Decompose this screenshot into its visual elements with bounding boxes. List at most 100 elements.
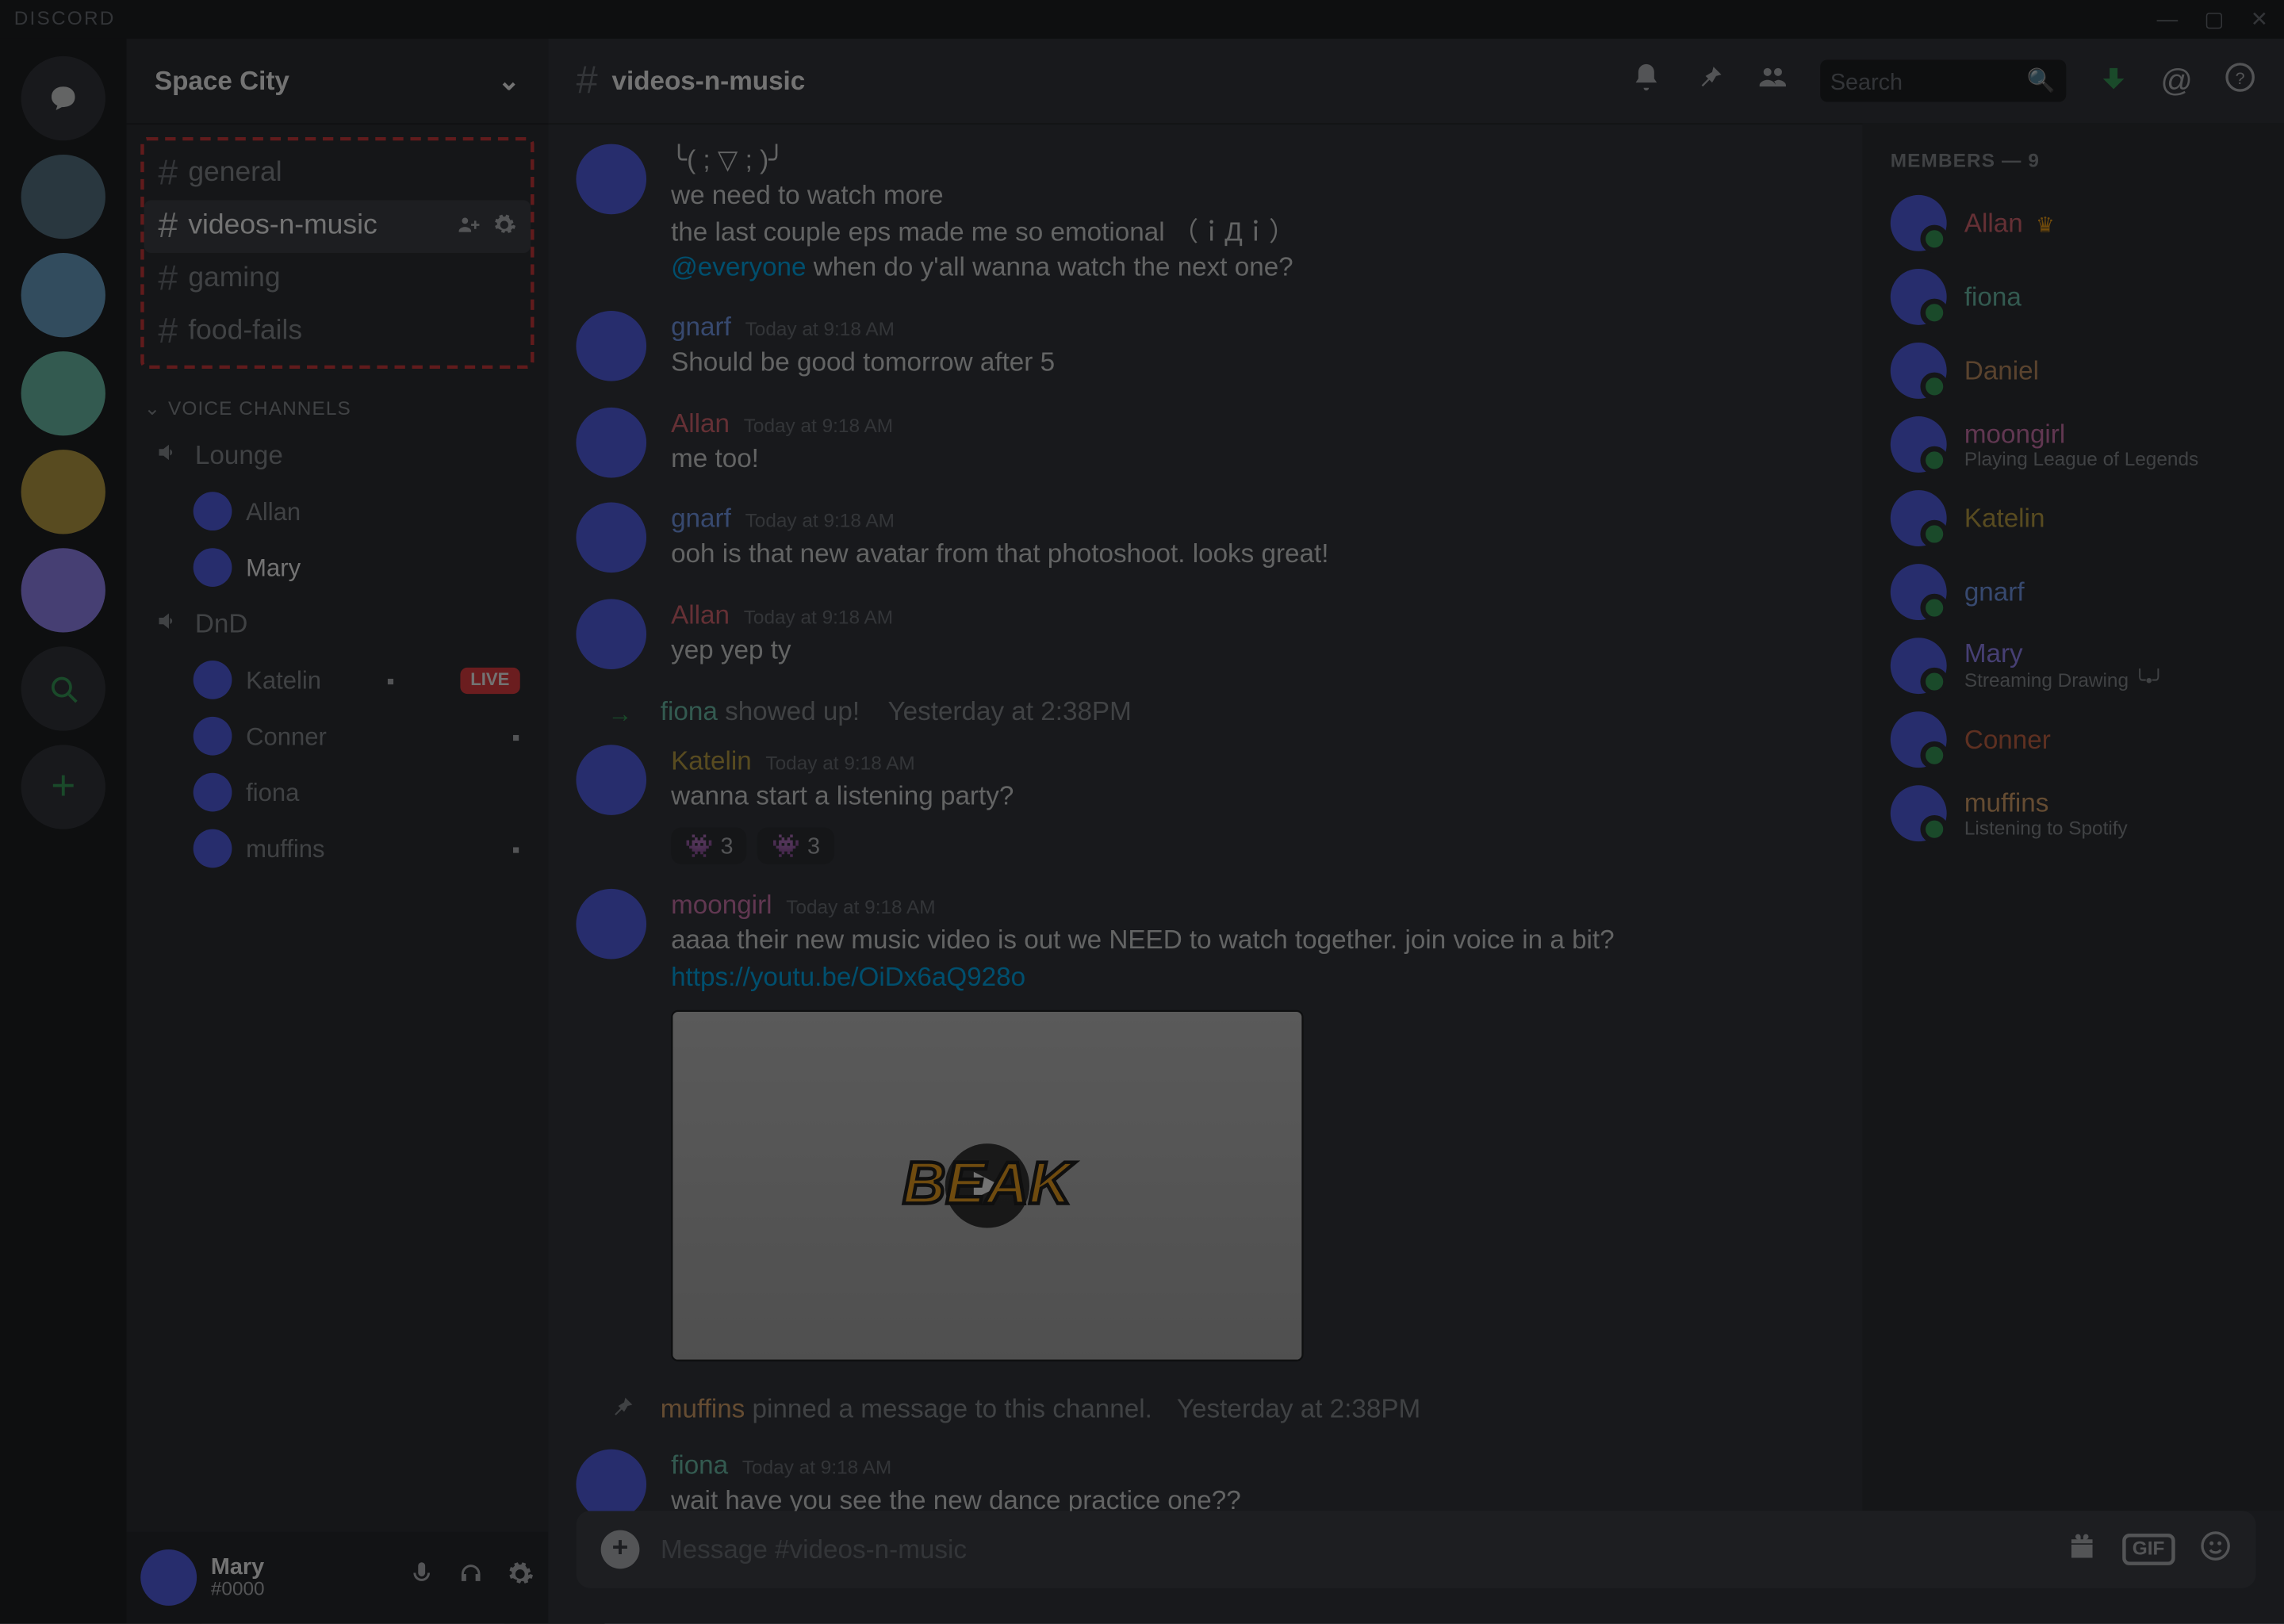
avatar (1891, 711, 1947, 768)
mention[interactable]: @everyone (671, 252, 806, 282)
member-item[interactable]: gnarf (1876, 555, 2270, 629)
channel-videos-n-music[interactable]: #videos-n-music (144, 201, 531, 253)
voice-user[interactable]: fiona (140, 764, 534, 821)
video-icon: ▪ (386, 667, 394, 693)
reaction[interactable]: 👾3 (758, 826, 834, 864)
server-item[interactable] (21, 351, 105, 435)
members-toggle-icon[interactable] (1757, 60, 1788, 101)
home-button[interactable] (21, 56, 105, 140)
notifications-icon[interactable] (1630, 60, 1661, 101)
avatar (194, 661, 232, 699)
avatar[interactable] (577, 144, 647, 215)
video-embed[interactable]: BEAK▶ (671, 1009, 1304, 1361)
member-item[interactable]: muffinsListening to Spotify (1876, 776, 2270, 850)
member-item[interactable]: fiona (1876, 260, 2270, 334)
avatar (1891, 638, 1947, 694)
avatar (1891, 785, 1947, 841)
avatar[interactable] (577, 598, 647, 668)
message-input[interactable]: + Message #videos-n-music GIF (577, 1511, 2256, 1588)
voice-user[interactable]: Katelin▪LIVE (140, 652, 534, 708)
gif-icon[interactable]: GIF (2121, 1534, 2175, 1565)
message: ╰( ; ▽ ; )╯we need to watch morethe last… (577, 137, 1834, 304)
help-icon[interactable]: ? (2225, 60, 2256, 101)
avatar (1891, 416, 1947, 473)
avatar[interactable] (577, 745, 647, 815)
voice-category-header[interactable]: ⌄ VOICE CHANNELS (140, 369, 534, 427)
channel-general[interactable]: #general (144, 147, 531, 200)
self-avatar[interactable] (140, 1549, 197, 1606)
member-item[interactable]: Allan ♛ (1876, 186, 2270, 260)
voice-channel[interactable]: DnD (140, 596, 534, 652)
speaker-icon (155, 439, 181, 472)
voice-user[interactable]: muffins▪ (140, 821, 534, 877)
gear-icon[interactable] (492, 212, 516, 242)
self-tag: #0000 (211, 1580, 265, 1601)
members-header: MEMBERS — 9 (1876, 151, 2270, 186)
deafen-icon[interactable] (457, 1559, 485, 1596)
avatar[interactable] (577, 311, 647, 381)
channel-food-fails[interactable]: #food-fails (144, 305, 531, 358)
server-header[interactable]: Space City ⌄ (127, 39, 549, 123)
mentions-icon[interactable]: @ (2160, 63, 2193, 100)
avatar[interactable] (577, 1449, 647, 1511)
avatar[interactable] (577, 407, 647, 477)
maximize-icon[interactable]: ▢ (2204, 7, 2225, 32)
member-item[interactable]: MaryStreaming Drawing ╰•╯ (1876, 629, 2270, 703)
message-author[interactable]: fiona (671, 1449, 728, 1484)
explore-button[interactable] (21, 646, 105, 730)
message-author[interactable]: moongirl (671, 889, 772, 925)
pinned-icon[interactable] (1693, 60, 1725, 101)
chevron-down-icon: ⌄ (144, 397, 162, 420)
link[interactable]: https://youtu.be/OiDx6aQ928o (671, 962, 1025, 992)
member-item[interactable]: moongirlPlaying League of Legends (1876, 408, 2270, 481)
message: KatelinToday at 9:18 AMwanna start a lis… (577, 737, 1834, 882)
server-name: Space City (155, 66, 289, 96)
add-server-button[interactable]: + (21, 745, 105, 829)
message: fionaToday at 9:18 AMwait have you see t… (577, 1442, 1834, 1511)
reaction[interactable]: 👾3 (671, 826, 747, 864)
mute-icon[interactable] (408, 1559, 435, 1596)
server-item[interactable] (21, 548, 105, 632)
hash-icon: # (158, 259, 178, 300)
minimize-icon[interactable]: — (2157, 7, 2180, 32)
emoji-icon[interactable] (2200, 1530, 2232, 1570)
channel-gaming[interactable]: #gaming (144, 253, 531, 305)
video-icon: ▪ (512, 835, 520, 861)
voice-channel[interactable]: Lounge (140, 427, 534, 483)
member-item[interactable]: Katelin (1876, 481, 2270, 555)
pin-icon (608, 1392, 636, 1427)
search-icon: 🔍 (2027, 67, 2056, 94)
system-message: →fiona showed up! Yesterday at 2:38PM (577, 687, 1834, 737)
inbox-icon[interactable] (2098, 60, 2129, 101)
speaker-icon (155, 607, 181, 640)
gift-icon[interactable] (2066, 1530, 2098, 1570)
channel-sidebar: Space City ⌄ #general#videos-n-music#gam… (127, 39, 549, 1623)
avatar[interactable] (577, 503, 647, 573)
hash-icon: # (158, 206, 178, 247)
server-item[interactable] (21, 253, 105, 337)
settings-icon[interactable] (506, 1559, 534, 1596)
search-input[interactable]: Search 🔍 (1820, 59, 2066, 102)
server-item[interactable] (21, 450, 105, 534)
avatar (1891, 195, 1947, 251)
voice-user[interactable]: Allan (140, 483, 534, 539)
server-item[interactable] (21, 155, 105, 239)
self-username: Mary (211, 1554, 265, 1580)
arrow-icon: → (608, 699, 633, 726)
close-icon[interactable]: ✕ (2251, 7, 2271, 32)
avatar[interactable] (577, 889, 647, 959)
avatar (1891, 343, 1947, 399)
attach-icon[interactable]: + (601, 1530, 640, 1569)
voice-user[interactable]: Conner▪ (140, 708, 534, 764)
member-item[interactable]: Conner (1876, 703, 2270, 776)
invite-icon[interactable] (457, 212, 481, 242)
message-author[interactable]: Allan (671, 407, 730, 442)
message-author[interactable]: Katelin (671, 745, 752, 780)
message-author[interactable]: gnarf (671, 311, 731, 347)
crown-icon: ♛ (2030, 212, 2055, 236)
member-item[interactable]: Daniel (1876, 334, 2270, 408)
voice-user[interactable]: Mary (140, 539, 534, 596)
message-author[interactable]: gnarf (671, 503, 731, 538)
message-author[interactable]: Allan (671, 598, 730, 634)
message: gnarfToday at 9:18 AMooh is that new ava… (577, 496, 1834, 592)
